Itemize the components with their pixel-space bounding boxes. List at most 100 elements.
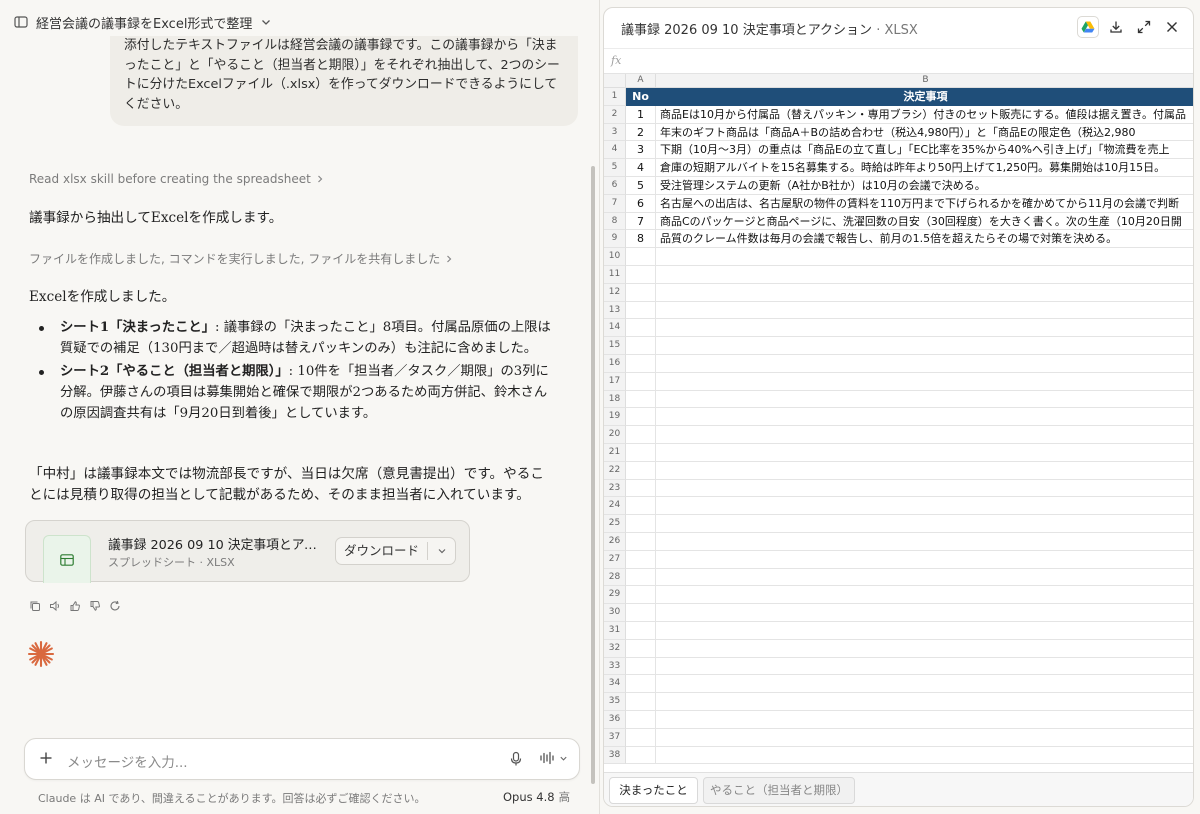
sheet-tab-actions[interactable]: やること（担当者と期限）: [703, 777, 855, 804]
empty-cell[interactable]: [626, 337, 656, 355]
row-header[interactable]: 10: [604, 248, 626, 266]
row-header[interactable]: 8: [604, 212, 626, 231]
chat-scrollbar[interactable]: [591, 166, 595, 784]
row-header[interactable]: 13: [604, 301, 626, 320]
row-header[interactable]: 22: [604, 461, 626, 480]
cell-no[interactable]: 5: [626, 177, 656, 195]
header-cell-decision[interactable]: 決定事項: [656, 88, 1193, 106]
speaker-icon[interactable]: [48, 599, 62, 613]
empty-cell[interactable]: [626, 711, 656, 729]
row-header[interactable]: 4: [604, 141, 626, 160]
chevron-down-icon[interactable]: [260, 16, 272, 28]
empty-cell[interactable]: [656, 480, 1193, 498]
model-name[interactable]: Opus 4.8: [503, 790, 555, 804]
message-composer[interactable]: メッセージを入力...: [24, 738, 580, 780]
empty-cell[interactable]: [656, 248, 1193, 266]
empty-cell[interactable]: [626, 248, 656, 266]
empty-cell[interactable]: [656, 319, 1193, 338]
row-header[interactable]: 29: [604, 586, 626, 605]
spreadsheet-grid[interactable]: A B 1 No 決定事項 2 1 商品Eは10月から付属品（替えパッキン・専用ブラシ）付…: [604, 74, 1193, 772]
empty-cell[interactable]: [656, 515, 1193, 533]
empty-cell[interactable]: [656, 444, 1193, 462]
empty-cell[interactable]: [656, 586, 1193, 605]
tool-summary-link[interactable]: ファイルを作成しました, コマンドを実行しました, ファイルを共有しました: [29, 250, 454, 267]
cell-decision[interactable]: 名古屋への出店は、名古屋駅の物件の賃料を110万円まで下げられるかを確かめてから…: [656, 195, 1193, 213]
row-header[interactable]: 18: [604, 390, 626, 409]
conversation-title-bar[interactable]: 経営会議の議事録をExcel形式で整理: [14, 12, 272, 32]
row-header[interactable]: 11: [604, 266, 626, 284]
row-header[interactable]: 27: [604, 550, 626, 569]
empty-cell[interactable]: [656, 302, 1193, 320]
row-header[interactable]: 24: [604, 497, 626, 516]
retry-icon[interactable]: [108, 599, 122, 613]
empty-cell[interactable]: [656, 658, 1193, 676]
empty-cell[interactable]: [626, 622, 656, 640]
empty-cell[interactable]: [626, 657, 656, 676]
row-header[interactable]: 31: [604, 622, 626, 640]
row-header[interactable]: 16: [604, 355, 626, 373]
download-button[interactable]: ダウンロード: [335, 537, 456, 565]
header-cell-no[interactable]: No: [626, 88, 656, 106]
empty-cell[interactable]: [656, 729, 1193, 747]
chevron-down-icon[interactable]: [428, 546, 455, 556]
empty-cell[interactable]: [656, 640, 1193, 658]
cell-decision[interactable]: 品質のクレーム件数は毎月の会議で報告し、前月の1.5倍を超えたらその場で対策を決…: [656, 230, 1193, 249]
download-label[interactable]: ダウンロード: [336, 542, 428, 560]
row-header[interactable]: 12: [604, 283, 626, 302]
empty-cell[interactable]: [626, 604, 656, 622]
row-header[interactable]: 3: [604, 123, 626, 142]
empty-cell[interactable]: [626, 301, 656, 320]
empty-cell[interactable]: [656, 426, 1193, 444]
row-header[interactable]: 38: [604, 746, 626, 765]
empty-cell[interactable]: [626, 639, 656, 658]
empty-cell[interactable]: [656, 533, 1193, 551]
cell-decision[interactable]: 下期（10月〜3月）の重点は「商品Eの立て直し」「EC比率を35%から40%へ引…: [656, 141, 1193, 160]
cell-decision[interactable]: 商品Cのパッケージと商品ページに、洗濯回数の目安（30回程度）を大きく書く。次の…: [656, 213, 1193, 231]
row-header[interactable]: 28: [604, 568, 626, 587]
row-header[interactable]: 1: [604, 88, 626, 106]
empty-cell[interactable]: [656, 693, 1193, 711]
row-header[interactable]: 2: [604, 105, 626, 124]
empty-cell[interactable]: [656, 284, 1193, 302]
empty-cell[interactable]: [626, 461, 656, 480]
empty-cell[interactable]: [656, 266, 1193, 284]
effort-level[interactable]: 高: [559, 790, 571, 804]
pane-divider[interactable]: [599, 0, 600, 814]
sheet-tab-decisions[interactable]: 決まったこと: [609, 777, 698, 804]
empty-cell[interactable]: [626, 372, 656, 391]
plus-icon[interactable]: [38, 750, 54, 770]
row-header[interactable]: 33: [604, 657, 626, 676]
column-header[interactable]: A: [626, 74, 656, 88]
empty-cell[interactable]: [626, 568, 656, 587]
model-selector[interactable]: Opus 4.8 高: [503, 789, 570, 805]
google-drive-icon[interactable]: [1077, 16, 1099, 38]
empty-cell[interactable]: [626, 390, 656, 409]
row-header[interactable]: 34: [604, 675, 626, 694]
thumbs-down-icon[interactable]: [88, 599, 102, 613]
empty-cell[interactable]: [626, 497, 656, 516]
cell-decision[interactable]: 受注管理システムの更新（A社かB社か）は10月の会議で決める。: [656, 177, 1193, 195]
row-header[interactable]: 6: [604, 177, 626, 195]
empty-cell[interactable]: [656, 408, 1193, 427]
empty-cell[interactable]: [626, 444, 656, 462]
row-header[interactable]: 15: [604, 337, 626, 355]
empty-cell[interactable]: [626, 283, 656, 302]
empty-cell[interactable]: [626, 408, 656, 427]
empty-cell[interactable]: [626, 728, 656, 747]
empty-cell[interactable]: [626, 266, 656, 284]
row-header[interactable]: 23: [604, 479, 626, 498]
row-header[interactable]: 19: [604, 408, 626, 427]
row-header[interactable]: 7: [604, 194, 626, 213]
copy-icon[interactable]: [28, 599, 42, 613]
cell-no[interactable]: 7: [626, 212, 656, 231]
empty-cell[interactable]: [656, 747, 1193, 765]
empty-cell[interactable]: [656, 675, 1193, 694]
row-header[interactable]: 9: [604, 230, 626, 249]
empty-cell[interactable]: [626, 426, 656, 444]
row-header[interactable]: 25: [604, 515, 626, 533]
column-header[interactable]: B: [656, 74, 1193, 88]
cell-no[interactable]: 1: [626, 105, 656, 124]
conversation-title[interactable]: 経営会議の議事録をExcel形式で整理: [36, 13, 252, 32]
empty-cell[interactable]: [656, 551, 1193, 569]
cell-no[interactable]: 2: [626, 123, 656, 142]
